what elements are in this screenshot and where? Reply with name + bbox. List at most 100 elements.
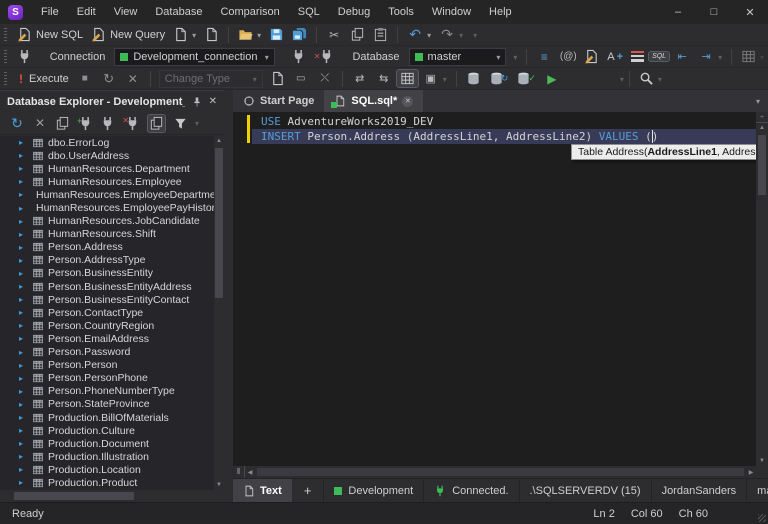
disconnect-icon[interactable]: ✕ <box>122 116 140 131</box>
chevron-down-icon[interactable] <box>718 51 722 63</box>
edit-data-button[interactable] <box>463 70 484 87</box>
scroll-down-icon[interactable]: ▼ <box>214 480 224 490</box>
chevron-down-icon[interactable] <box>427 29 431 41</box>
expand-chevron-icon[interactable] <box>19 151 28 160</box>
menu-item[interactable]: Window <box>423 0 480 24</box>
chevron-down-icon[interactable] <box>658 73 662 85</box>
layout-grid-button[interactable] <box>738 48 767 65</box>
table-tree-item[interactable]: Person.AddressType <box>0 254 214 267</box>
expand-chevron-icon[interactable] <box>19 387 28 396</box>
expand-chevron-icon[interactable] <box>19 348 28 357</box>
table-tree-item[interactable]: Person.ContactType <box>0 306 214 319</box>
table-tree-item[interactable]: Person.Password <box>0 346 214 359</box>
export-window-button[interactable]: ▣ <box>420 70 450 88</box>
save-button[interactable] <box>266 26 287 43</box>
expand-chevron-icon[interactable] <box>19 164 28 173</box>
new-query-button[interactable]: New Query <box>88 26 168 43</box>
duplicate-icon[interactable] <box>55 116 70 131</box>
new-file-button[interactable] <box>201 26 222 43</box>
syntax-colors-button[interactable] <box>628 50 647 63</box>
tree-horizontal-scrollbar[interactable] <box>0 490 214 502</box>
run-script-button[interactable]: ▶ <box>541 70 563 88</box>
table-tree-item[interactable]: HumanResources.EmployeePayHistor <box>0 201 214 214</box>
refresh-data-button[interactable]: ↻ <box>486 70 512 87</box>
table-tree-item[interactable]: Person.PhoneNumberType <box>0 385 214 398</box>
pin-icon[interactable] <box>191 96 203 108</box>
rollback-button[interactable]: ↻ <box>98 70 120 88</box>
scroll-up-icon[interactable]: ▲ <box>214 136 224 146</box>
compare-right-button[interactable]: ⇆ <box>373 70 395 88</box>
menu-item[interactable]: Comparison <box>211 0 288 24</box>
sql-editor[interactable]: USE AdventureWorks2019_DEV INSERT Person… <box>233 112 768 466</box>
expand-chevron-icon[interactable] <box>19 439 28 448</box>
commit-data-button[interactable]: ✓ <box>513 70 539 87</box>
expand-chevron-icon[interactable] <box>19 177 28 186</box>
table-tree-item[interactable]: Person.Person <box>0 359 214 372</box>
open-file-button[interactable] <box>235 26 264 43</box>
table-tree-item[interactable]: dbo.ErrorLog <box>0 136 214 149</box>
document-outline-button[interactable] <box>267 70 288 87</box>
new-connection-button[interactable] <box>14 48 35 65</box>
table-tree-item[interactable]: HumanResources.EmployeeDepartme <box>0 188 214 201</box>
expand-chevron-icon[interactable] <box>19 374 28 383</box>
split-editor-handle[interactable]: ÷ <box>756 112 768 123</box>
status-connected[interactable]: Connected. <box>423 479 518 502</box>
table-tree-item[interactable]: Production.Location <box>0 463 214 476</box>
scrollbar-thumb[interactable] <box>257 468 744 476</box>
screen-tip-button[interactable]: ▭ <box>290 70 312 88</box>
scroll-left-icon[interactable]: ◀ <box>245 467 255 477</box>
redo-button[interactable]: ↷ <box>436 26 466 44</box>
search-data-button[interactable] <box>636 70 665 87</box>
sql-formatter-button[interactable]: SQL <box>648 51 671 62</box>
table-tree-item[interactable]: HumanResources.Shift <box>0 228 214 241</box>
table-tree-item[interactable]: Person.PersonPhone <box>0 372 214 385</box>
explorer-overflow-chevron[interactable] <box>195 117 199 129</box>
table-tree-item[interactable]: Person.Address <box>0 241 214 254</box>
table-tree-item[interactable]: dbo.UserAddress <box>0 149 214 162</box>
toolbar-overflow-chevron[interactable] <box>513 51 517 63</box>
connect-icon[interactable] <box>100 116 115 131</box>
stop-button[interactable]: ■ <box>74 70 96 88</box>
toolbar-overflow-chevron[interactable] <box>620 73 624 85</box>
expand-chevron-icon[interactable] <box>19 334 28 343</box>
close-button[interactable]: ✕ <box>732 0 768 24</box>
rename-button[interactable] <box>581 48 602 65</box>
table-tree-item[interactable]: Person.BusinessEntityAddress <box>0 280 214 293</box>
expand-chevron-icon[interactable] <box>19 308 28 317</box>
scrollbar-thumb[interactable] <box>215 148 223 298</box>
minimize-button[interactable]: – <box>660 0 696 24</box>
expand-chevron-icon[interactable] <box>19 138 28 147</box>
menu-item[interactable]: Database <box>146 0 211 24</box>
scrollbar-thumb[interactable] <box>14 492 134 500</box>
scrollbar-thumb[interactable] <box>758 135 766 195</box>
expand-chevron-icon[interactable] <box>19 413 28 422</box>
menu-item[interactable]: Tools <box>379 0 423 24</box>
execute-button[interactable]: ! Execute <box>14 71 72 87</box>
maximize-button[interactable]: □ <box>696 0 732 24</box>
undo-button[interactable]: ↶ <box>404 26 434 44</box>
expand-chevron-icon[interactable] <box>19 256 28 265</box>
tab-sql-document[interactable]: SQL.sql* ✕ <box>324 90 424 112</box>
shuffle-button[interactable]: ⤬ <box>314 70 336 88</box>
font-increase-button[interactable]: A + <box>604 50 626 64</box>
expand-chevron-icon[interactable] <box>19 282 28 291</box>
at-mentions-button[interactable]: (@) <box>557 48 579 66</box>
scroll-down-icon[interactable]: ▼ <box>757 456 767 466</box>
expand-chevron-icon[interactable] <box>19 217 28 226</box>
add-view-button[interactable]: + <box>292 479 324 502</box>
save-all-button[interactable] <box>289 26 310 43</box>
expand-chevron-icon[interactable] <box>19 452 28 461</box>
chevron-down-icon[interactable] <box>443 73 447 85</box>
tab-close-icon[interactable]: ✕ <box>402 95 414 107</box>
cancel-button[interactable]: ✕ <box>122 70 144 88</box>
refresh-icon[interactable]: ↻ <box>9 115 25 131</box>
chevron-down-icon[interactable] <box>760 51 764 63</box>
expand-chevron-icon[interactable] <box>19 321 28 330</box>
expand-chevron-icon[interactable] <box>19 361 28 370</box>
toolbar-overflow-chevron[interactable] <box>473 29 477 41</box>
expand-chevron-icon[interactable] <box>19 269 28 278</box>
menu-item[interactable]: SQL <box>289 0 329 24</box>
toolbar-grip[interactable] <box>4 49 7 64</box>
table-tree-item[interactable]: HumanResources.JobCandidate <box>0 215 214 228</box>
table-tree-item[interactable]: Production.BillOfMaterials <box>0 411 214 424</box>
